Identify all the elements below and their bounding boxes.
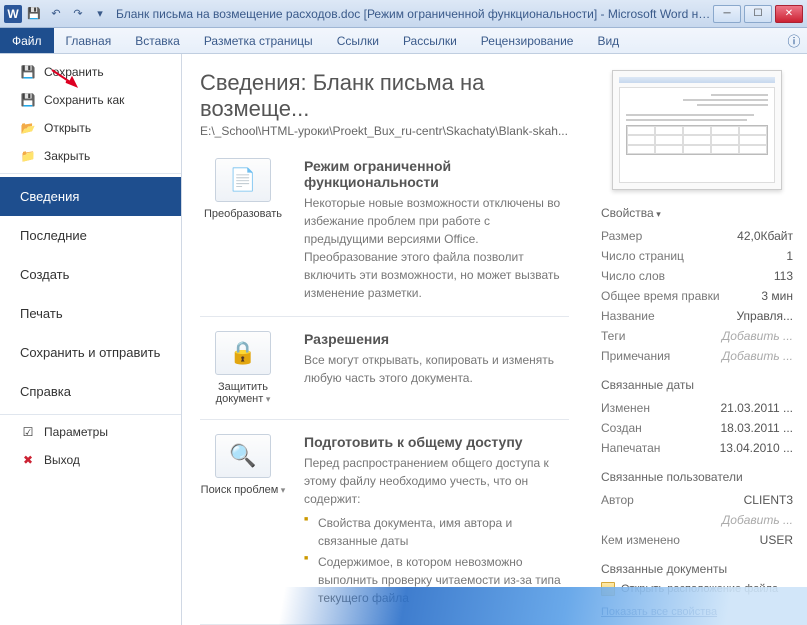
section-compatibility: 📄 Преобразовать Режим ограниченной функц…	[200, 158, 569, 317]
open-icon: 📂	[20, 120, 36, 136]
button-label: Поиск проблем	[200, 484, 286, 496]
document-path: E:\_School\HTML-уроки\Proekt_Bux_ru-cent…	[200, 124, 569, 138]
section-title: Разрешения	[304, 331, 569, 347]
tab-references[interactable]: Ссылки	[325, 28, 391, 53]
sidebar-label: Сохранить как	[44, 93, 124, 107]
close-button[interactable]: ✕	[775, 5, 803, 23]
prop-row-words: Число слов113	[601, 266, 793, 286]
issue-item: Содержимое, в котором невозможно выполни…	[304, 553, 569, 607]
tab-view[interactable]: Вид	[585, 28, 631, 53]
sidebar-new[interactable]: Создать	[0, 255, 181, 294]
tab-file[interactable]: Файл	[0, 28, 54, 53]
check-issues-button[interactable]: 🔍 Поиск проблем	[200, 434, 286, 610]
qat-save-icon[interactable]: 💾	[26, 6, 42, 22]
quick-access-toolbar: 💾 ↶ ↷ ▾	[26, 6, 108, 22]
save-as-icon: 💾	[20, 92, 36, 108]
tab-insert[interactable]: Вставка	[123, 28, 192, 53]
save-icon: 💾	[20, 64, 36, 80]
related-docs-heading: Связанные документы	[601, 562, 793, 576]
info-heading: Сведения: Бланк письма на возмеще...	[200, 70, 569, 122]
tab-mailings[interactable]: Рассылки	[391, 28, 469, 53]
ribbon: Файл Главная Вставка Разметка страницы С…	[0, 28, 807, 54]
sidebar-save-as[interactable]: 💾 Сохранить как	[0, 86, 181, 114]
backstage-view: 💾 Сохранить 💾 Сохранить как 📂 Открыть 📁 Закр…	[0, 54, 807, 625]
convert-icon: 📄	[215, 158, 271, 202]
backstage-sidebar: 💾 Сохранить 💾 Сохранить как 📂 Открыть 📁 Закр…	[0, 54, 182, 625]
tab-home[interactable]: Главная	[54, 28, 124, 53]
open-file-location[interactable]: Открыть расположение файла	[601, 582, 793, 596]
sidebar-label: Открыть	[44, 121, 91, 135]
folder-icon	[601, 582, 615, 596]
prop-row-author: АвторCLIENT3	[601, 490, 793, 510]
prop-row-created: Создан18.03.2011 ...	[601, 418, 793, 438]
sidebar-info[interactable]: Сведения	[0, 177, 181, 216]
prop-row-printed: Напечатан13.04.2010 ...	[601, 438, 793, 458]
help-icon[interactable]: ⓘ	[781, 28, 807, 53]
close-doc-icon: 📁	[20, 148, 36, 164]
section-title: Режим ограниченной функциональности	[304, 158, 569, 190]
sidebar-close[interactable]: 📁 Закрыть	[0, 142, 181, 170]
prop-row-title: НазваниеУправля...	[601, 306, 793, 326]
title-bar: W 💾 ↶ ↷ ▾ Бланк письма на возмещение рас…	[0, 0, 807, 28]
prop-row-edit-time: Общее время правки3 мин	[601, 286, 793, 306]
properties-panel: Свойства Размер42,0Кбайт Число страниц1 …	[587, 54, 807, 625]
prop-row-pages: Число страниц1	[601, 246, 793, 266]
sidebar-open[interactable]: 📂 Открыть	[0, 114, 181, 142]
minimize-button[interactable]: ─	[713, 5, 741, 23]
show-all-properties-link[interactable]: Показать все свойства	[601, 606, 717, 618]
qat-undo-icon[interactable]: ↶	[48, 6, 64, 22]
window-title: Бланк письма на возмещение расходов.doc …	[116, 7, 713, 21]
section-body: Перед распространением общего доступа к …	[304, 454, 569, 508]
prop-row-last-modified-by: Кем измененоUSER	[601, 530, 793, 550]
info-panel: Сведения: Бланк письма на возмеще... E:\…	[182, 54, 587, 625]
sidebar-share[interactable]: Сохранить и отправить	[0, 333, 181, 372]
document-thumbnail[interactable]	[612, 70, 782, 190]
prop-row-tags: ТегиДобавить ...	[601, 326, 793, 346]
prop-row-comments: ПримечанияДобавить ...	[601, 346, 793, 366]
prop-row-size: Размер42,0Кбайт	[601, 226, 793, 246]
sidebar-label: Закрыть	[44, 149, 90, 163]
prop-row-modified: Изменен21.03.2011 ...	[601, 398, 793, 418]
section-body: Некоторые новые возможности отключены во…	[304, 194, 569, 302]
sidebar-label: Параметры	[44, 425, 108, 439]
window-buttons: ─ ☐ ✕	[713, 5, 803, 23]
tab-review[interactable]: Рецензирование	[469, 28, 586, 53]
sidebar-label: Выход	[44, 453, 80, 467]
button-label: Преобразовать	[200, 208, 286, 220]
protect-document-button[interactable]: 🔒 Защитить документ	[200, 331, 286, 405]
word-app-icon: W	[4, 5, 22, 23]
qat-dropdown-icon[interactable]: ▾	[92, 6, 108, 22]
sidebar-help[interactable]: Справка	[0, 372, 181, 411]
button-label: Защитить документ	[200, 381, 286, 405]
sidebar-exit[interactable]: ✖ Выход	[0, 446, 181, 474]
related-people-heading: Связанные пользователи	[601, 470, 793, 484]
section-title: Подготовить к общему доступу	[304, 434, 569, 450]
inspect-icon: 🔍	[215, 434, 271, 478]
properties-heading[interactable]: Свойства	[601, 206, 793, 220]
options-icon: ☑	[20, 424, 36, 440]
sidebar-save[interactable]: 💾 Сохранить	[0, 58, 181, 86]
section-prepare-share: 🔍 Поиск проблем Подготовить к общему дос…	[200, 434, 569, 625]
tab-layout[interactable]: Разметка страницы	[192, 28, 325, 53]
prop-row-add-author: Добавить ...	[601, 510, 793, 530]
related-dates-heading: Связанные даты	[601, 378, 793, 392]
section-body: Все могут открывать, копировать и изменя…	[304, 351, 569, 387]
protect-icon: 🔒	[215, 331, 271, 375]
issue-item: Свойства документа, имя автора и связанн…	[304, 514, 569, 550]
maximize-button[interactable]: ☐	[744, 5, 772, 23]
sidebar-recent[interactable]: Последние	[0, 216, 181, 255]
sidebar-label: Сохранить	[44, 65, 104, 79]
exit-icon: ✖	[20, 452, 36, 468]
sidebar-print[interactable]: Печать	[0, 294, 181, 333]
section-permissions: 🔒 Защитить документ Разрешения Все могут…	[200, 331, 569, 420]
qat-redo-icon[interactable]: ↷	[70, 6, 86, 22]
sidebar-options[interactable]: ☑ Параметры	[0, 418, 181, 446]
convert-button[interactable]: 📄 Преобразовать	[200, 158, 286, 302]
